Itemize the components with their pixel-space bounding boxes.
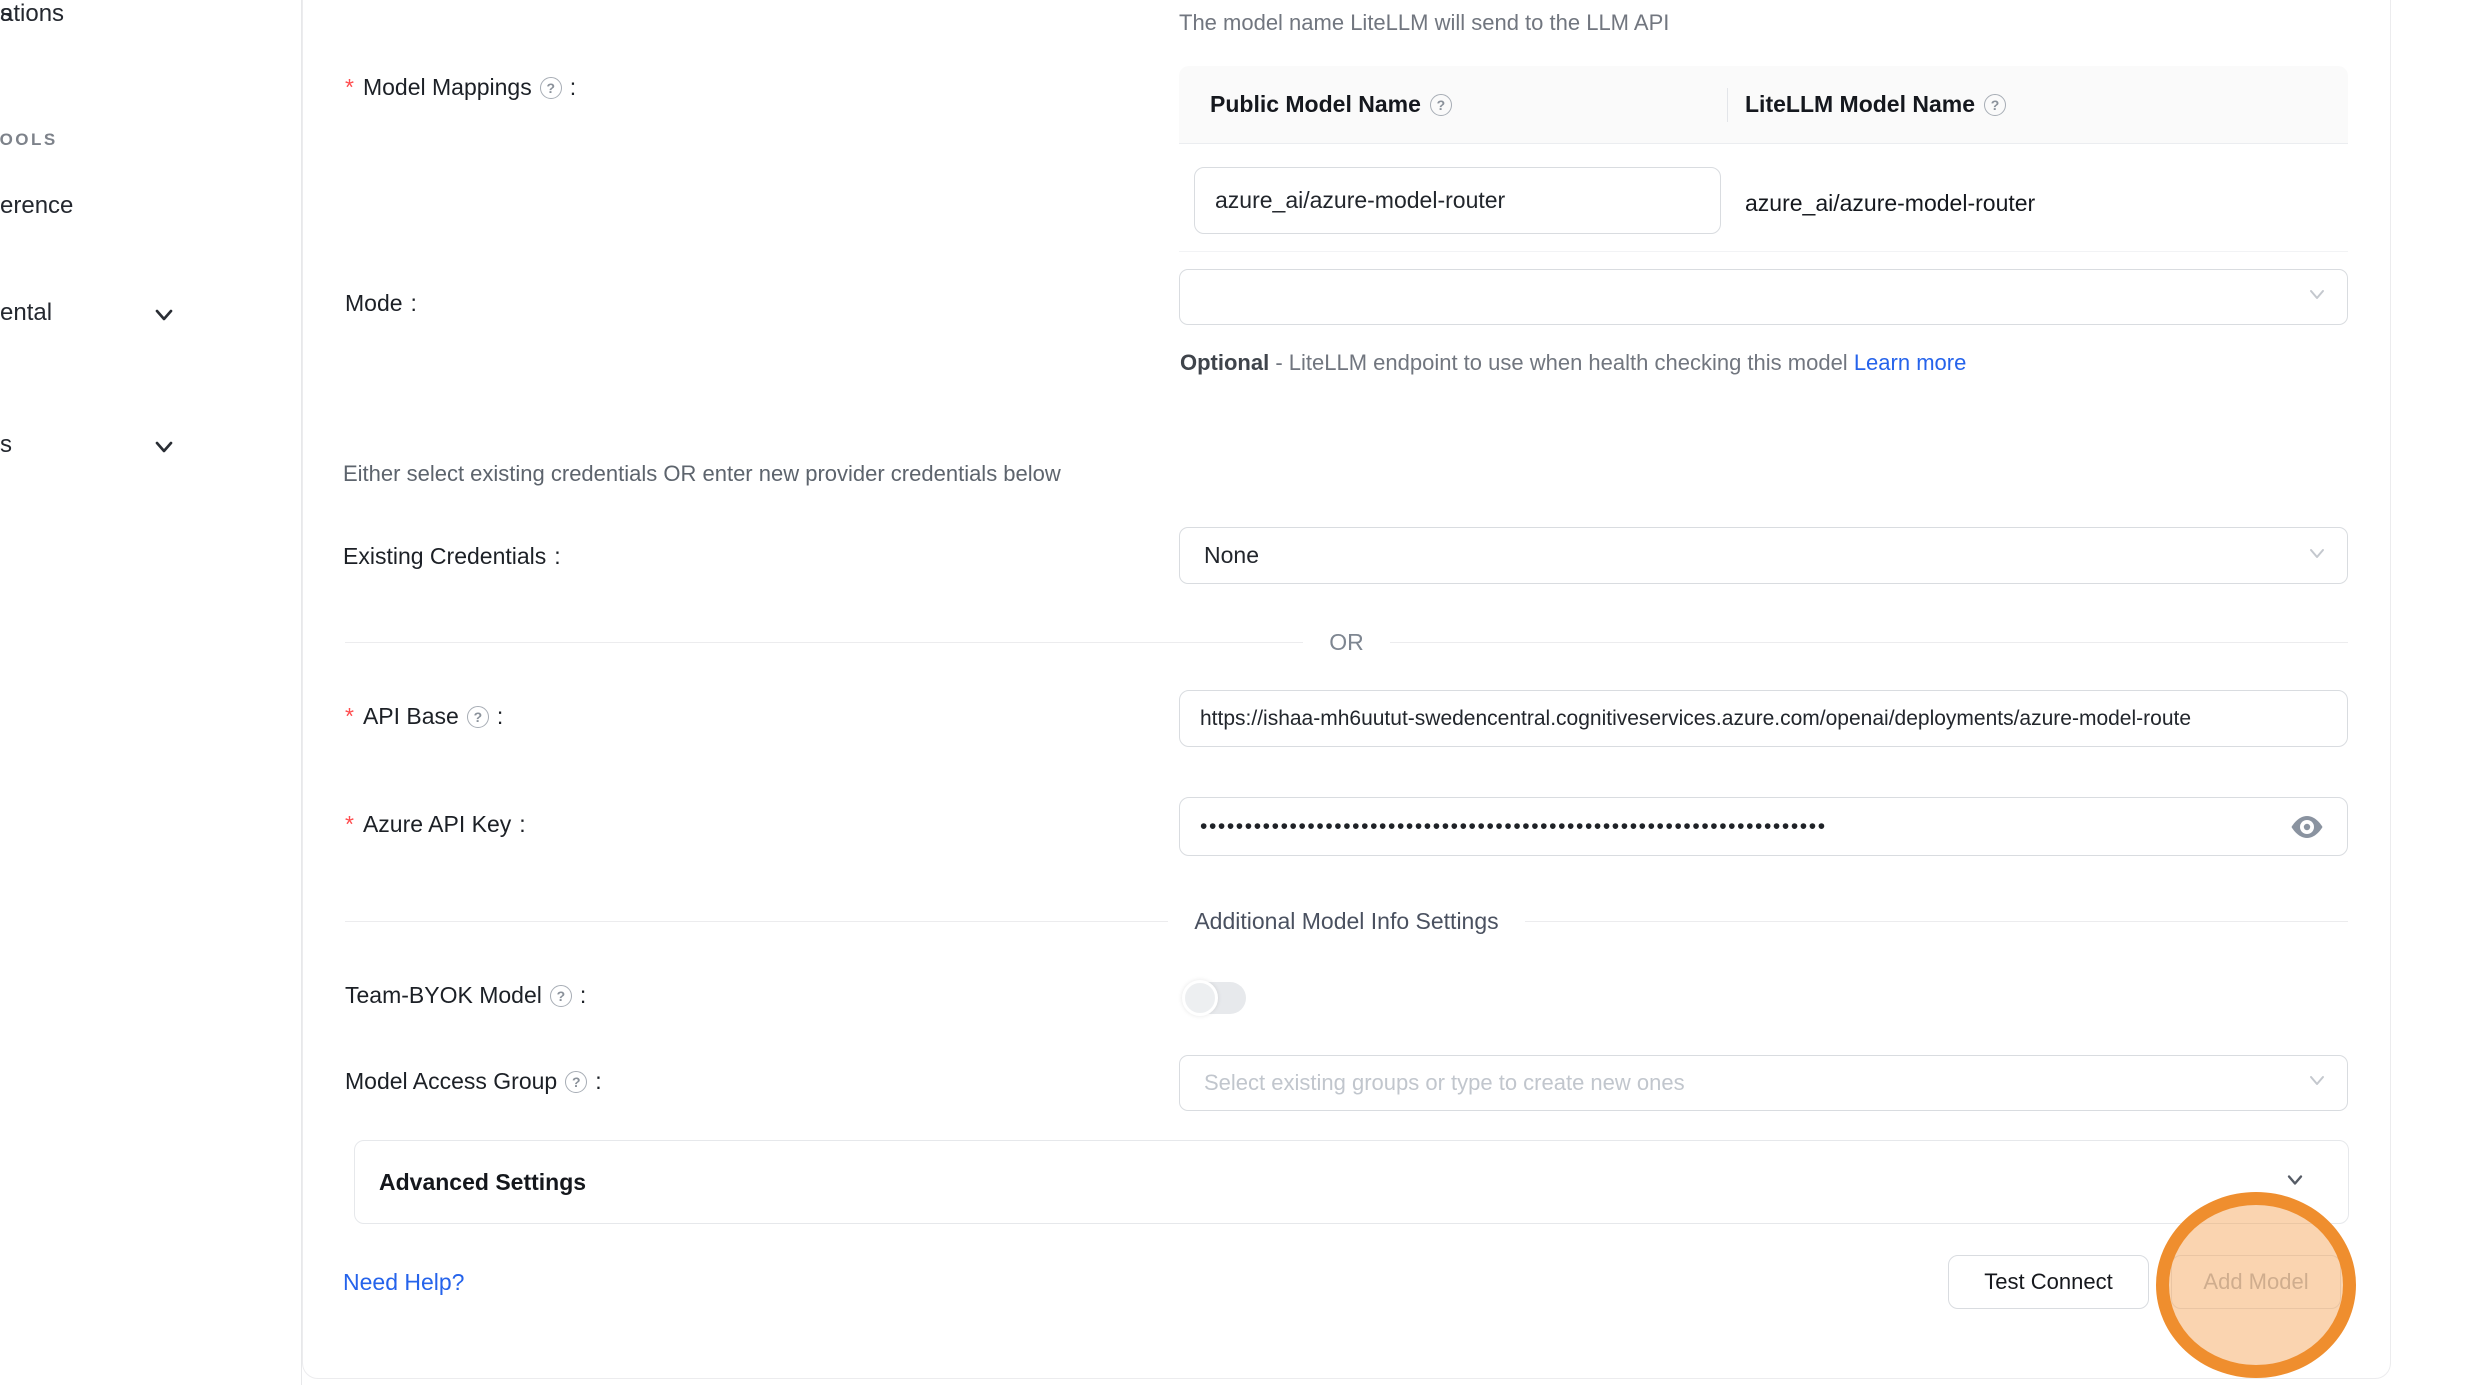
required-mark: * bbox=[345, 703, 354, 730]
team-byok-label: Team-BYOK Model ? : bbox=[345, 982, 586, 1009]
litellm-model-name-helper: The model name LiteLLM will send to the … bbox=[1179, 10, 1669, 36]
advanced-settings-panel[interactable]: Advanced Settings bbox=[354, 1140, 2349, 1224]
question-circle-icon[interactable]: ? bbox=[550, 985, 572, 1007]
credentials-note: Either select existing credentials OR en… bbox=[343, 461, 1061, 487]
divider-line bbox=[1390, 642, 2348, 643]
litellm-model-name-header: LiteLLM Model Name ? bbox=[1745, 91, 2006, 118]
learn-more-link[interactable]: Learn more bbox=[1854, 350, 1967, 375]
colon: : bbox=[554, 543, 560, 570]
existing-credentials-select[interactable]: None bbox=[1179, 527, 2348, 584]
question-circle-icon[interactable]: ? bbox=[540, 77, 562, 99]
add-model-button[interactable]: Add Model bbox=[2171, 1255, 2341, 1309]
model-access-group-label: Model Access Group ? : bbox=[345, 1068, 602, 1095]
chevron-down-icon bbox=[2305, 541, 2329, 571]
colon: : bbox=[580, 982, 586, 1009]
colon: : bbox=[570, 74, 576, 101]
sidebar-item-truncated-2[interactable]: s bbox=[0, 0, 12, 28]
existing-credentials-label: Existing Credentials: bbox=[343, 543, 561, 570]
sidebar-item-truncated-3[interactable]: erence bbox=[0, 192, 73, 220]
model-access-group-label-text: Model Access Group bbox=[345, 1068, 557, 1095]
api-base-input[interactable] bbox=[1179, 690, 2348, 747]
mode-select[interactable] bbox=[1179, 269, 2348, 325]
team-byok-toggle[interactable] bbox=[1184, 982, 1246, 1014]
sidebar-item-truncated-4[interactable]: ental bbox=[0, 299, 52, 327]
model-mappings-label: * Model Mappings ? : bbox=[345, 74, 576, 101]
chevron-down-icon[interactable] bbox=[2282, 1167, 2308, 1198]
eye-icon[interactable] bbox=[2289, 812, 2325, 842]
or-divider: OR bbox=[345, 624, 2348, 660]
divider-line bbox=[345, 921, 1168, 922]
chevron-down-icon bbox=[2305, 1068, 2329, 1098]
additional-info-divider: Additional Model Info Settings bbox=[345, 903, 2348, 939]
or-divider-text: OR bbox=[1329, 629, 1364, 656]
azure-api-key-input[interactable]: ••••••••••••••••••••••••••••••••••••••••… bbox=[1179, 797, 2348, 856]
mode-label: Mode: bbox=[345, 290, 417, 317]
table-column-divider bbox=[1727, 88, 1728, 122]
mode-helper: Optional - LiteLLM endpoint to use when … bbox=[1180, 343, 2000, 383]
litellm-model-name-value: azure_ai/azure-model-router bbox=[1745, 190, 2035, 217]
additional-info-divider-text: Additional Model Info Settings bbox=[1194, 908, 1498, 935]
divider-line bbox=[1525, 921, 2348, 922]
question-circle-icon[interactable]: ? bbox=[565, 1071, 587, 1093]
advanced-settings-title: Advanced Settings bbox=[379, 1169, 586, 1196]
add-model-page: ations s TOOLS erence ental s The model … bbox=[0, 0, 2477, 1385]
required-mark: * bbox=[345, 811, 354, 838]
api-base-label-text: API Base bbox=[363, 703, 459, 730]
sidebar: ations s TOOLS erence ental s bbox=[0, 0, 302, 1385]
question-circle-icon[interactable]: ? bbox=[467, 706, 489, 728]
question-circle-icon[interactable]: ? bbox=[1430, 94, 1452, 116]
test-connect-button[interactable]: Test Connect bbox=[1948, 1255, 2149, 1309]
colon: : bbox=[595, 1068, 601, 1095]
existing-credentials-label-text: Existing Credentials bbox=[343, 543, 546, 570]
required-mark: * bbox=[345, 74, 354, 101]
model-mappings-label-text: Model Mappings bbox=[363, 74, 532, 101]
public-model-name-input[interactable] bbox=[1194, 167, 1721, 234]
chevron-down-icon[interactable] bbox=[150, 301, 178, 334]
model-access-group-placeholder: Select existing groups or type to create… bbox=[1204, 1070, 1685, 1096]
chevron-down-icon[interactable] bbox=[150, 433, 178, 466]
sidebar-section-tools: TOOLS bbox=[0, 130, 58, 150]
api-base-label: * API Base ? : bbox=[345, 703, 503, 730]
chevron-down-icon bbox=[2305, 282, 2329, 312]
team-byok-label-text: Team-BYOK Model bbox=[345, 982, 542, 1009]
mode-helper-text: - LiteLLM endpoint to use when health ch… bbox=[1269, 350, 1854, 375]
model-access-group-select[interactable]: Select existing groups or type to create… bbox=[1179, 1055, 2348, 1111]
colon: : bbox=[497, 703, 503, 730]
azure-api-key-label: * Azure API Key: bbox=[345, 811, 526, 838]
model-mappings-table-header: Public Model Name ? LiteLLM Model Name ? bbox=[1179, 66, 2348, 144]
litellm-model-name-header-text: LiteLLM Model Name bbox=[1745, 91, 1975, 118]
mode-helper-bold: Optional bbox=[1180, 350, 1269, 375]
colon: : bbox=[411, 290, 417, 317]
toggle-knob bbox=[1182, 980, 1218, 1016]
mode-label-text: Mode bbox=[345, 290, 403, 317]
public-model-name-header: Public Model Name ? bbox=[1210, 91, 1452, 118]
azure-api-key-label-text: Azure API Key bbox=[363, 811, 511, 838]
colon: : bbox=[519, 811, 525, 838]
existing-credentials-value: None bbox=[1204, 542, 1259, 569]
public-model-name-header-text: Public Model Name bbox=[1210, 91, 1421, 118]
need-help-link[interactable]: Need Help? bbox=[343, 1269, 464, 1296]
divider-line bbox=[345, 642, 1303, 643]
sidebar-item-truncated-5[interactable]: s bbox=[0, 431, 12, 459]
masked-api-key: ••••••••••••••••••••••••••••••••••••••••… bbox=[1200, 815, 1827, 839]
question-circle-icon[interactable]: ? bbox=[1984, 94, 2006, 116]
